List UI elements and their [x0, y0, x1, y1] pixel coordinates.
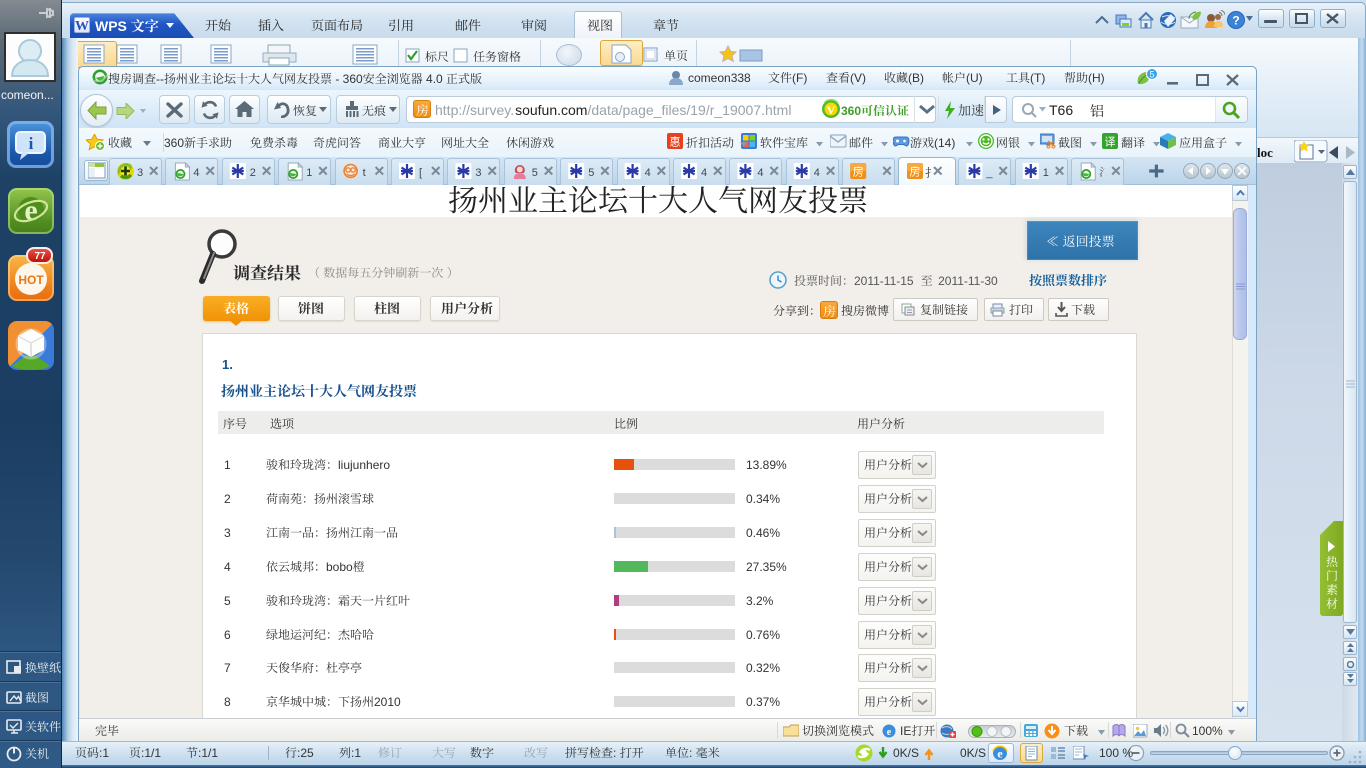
svg-text:惠: 惠 [670, 135, 681, 149]
svg-text:译: 译 [1105, 136, 1116, 149]
svg-text:房: 房 [853, 166, 864, 179]
svg-text:W: W [75, 19, 89, 32]
svg-text:HOT: HOT [18, 273, 44, 287]
svg-text:房: 房 [910, 166, 921, 179]
svg-text:e: e [887, 727, 892, 738]
svg-text:5: 5 [1149, 70, 1154, 80]
svg-text:i: i [29, 134, 34, 153]
svg-text:V: V [827, 103, 836, 117]
svg-text:77: 77 [34, 251, 46, 262]
svg-text:e: e [997, 747, 1003, 761]
svg-text:?: ? [1232, 14, 1239, 28]
